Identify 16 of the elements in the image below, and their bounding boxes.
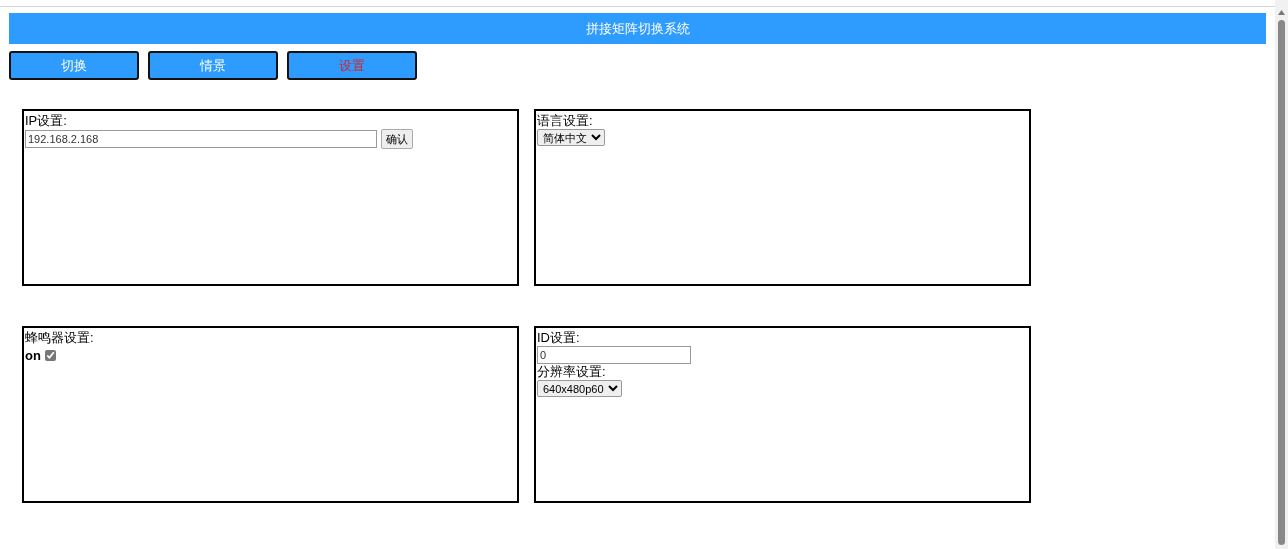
confirm-button[interactable]: 确认 (381, 129, 413, 149)
dropdown[interactable]: 640x480p60 (537, 380, 622, 397)
field-label: ID设置: (537, 330, 581, 346)
app-title: 拼接矩阵切换系统 (9, 13, 1266, 44)
field-label: 蜂鸣器设置: (25, 330, 95, 346)
field-label: 语言设置: (537, 113, 594, 129)
text-field[interactable]: 0 (537, 346, 691, 364)
checkbox[interactable] (44, 350, 56, 362)
checkbox-label: on (25, 347, 41, 365)
text-field[interactable]: 192.168.2.168 (25, 130, 377, 148)
scrollbar-thumb[interactable] (1278, 20, 1285, 545)
field-label: IP设置: (25, 113, 68, 129)
scroll-up-icon[interactable] (1278, 10, 1285, 15)
field-label: 分辨率设置: (537, 364, 607, 380)
scrollbar[interactable] (1275, 0, 1288, 549)
dropdown[interactable]: 简体中文 (537, 129, 605, 146)
